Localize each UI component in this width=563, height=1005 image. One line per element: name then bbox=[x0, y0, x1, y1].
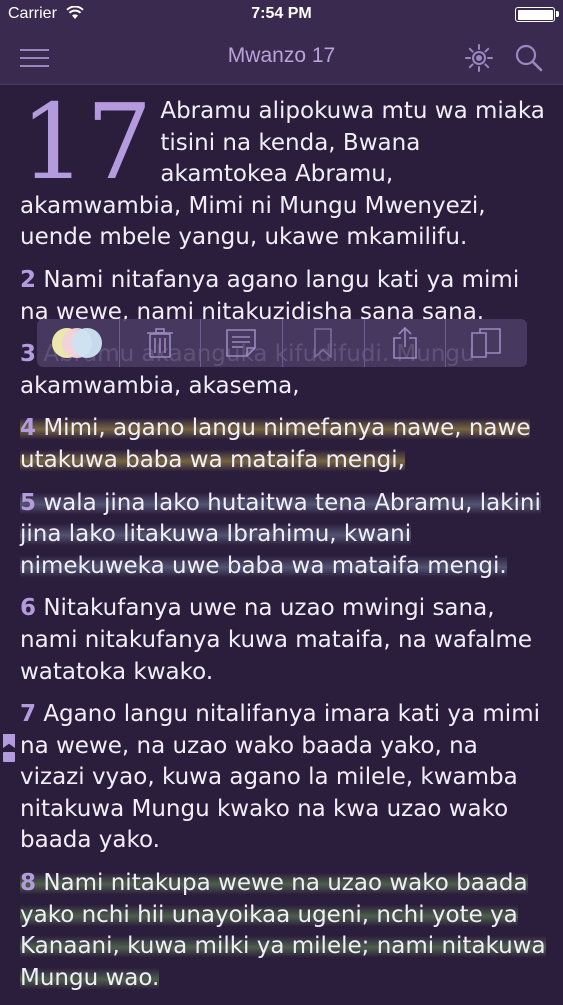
verse-7-markers[interactable] bbox=[3, 734, 17, 762]
verse-1[interactable]: 17 Abramu alipokuwa mtu wa miaka tisini n… bbox=[20, 81, 548, 254]
bookmark-button[interactable] bbox=[282, 319, 364, 367]
battery-icon bbox=[515, 7, 559, 22]
bookmark-marker-icon[interactable] bbox=[3, 734, 15, 748]
verse-text: Nami nitafanya agano langu kati ya mimi … bbox=[20, 266, 520, 325]
verse-8[interactable]: 8 Nami nitakupa wewe na uzao wako baada … bbox=[20, 868, 548, 994]
verse-4[interactable]: 4 Mimi, agano langu nimefanya nawe, nawe… bbox=[20, 413, 548, 476]
highlight-button[interactable] bbox=[37, 319, 119, 367]
status-bar: Carrier 7:54 PM bbox=[0, 0, 563, 30]
verse-text: Nami nitakupa wewe na uzao wako baada ya… bbox=[20, 870, 546, 991]
note-icon bbox=[226, 329, 256, 357]
verse-5[interactable]: 5 wala jina lako hutaitwa tena Abramu, l… bbox=[20, 488, 548, 583]
verse-text: wala jina lako hutaitwa tena Abramu, lak… bbox=[20, 489, 541, 579]
verse-number: 3 bbox=[20, 341, 37, 368]
highlight-yellow: 4 Mimi, agano langu nimefanya nawe, nawe… bbox=[20, 415, 531, 473]
verse-action-toolbar bbox=[37, 319, 527, 367]
highlight-colors-icon bbox=[51, 328, 104, 358]
status-time: 7:54 PM bbox=[251, 5, 312, 22]
copy-button[interactable] bbox=[445, 319, 527, 367]
note-button[interactable] bbox=[200, 319, 282, 367]
verse-text: Nitakufanya uwe na uzao mwingi sana, nam… bbox=[20, 595, 533, 685]
verse-number: 8 bbox=[20, 870, 37, 897]
verse-number: 5 bbox=[20, 489, 37, 516]
verse-number: 4 bbox=[20, 415, 37, 442]
chapter-text: 17 Abramu alipokuwa mtu wa miaka tisini n… bbox=[20, 84, 548, 1005]
bookmark-icon bbox=[314, 328, 332, 358]
brightness-icon[interactable] bbox=[464, 43, 494, 77]
verse-7[interactable]: 7 Agano langu nitalifanya imara kati ya … bbox=[20, 699, 548, 857]
delete-button[interactable] bbox=[118, 319, 201, 367]
verse-text: Mimi, agano langu nimefanya nawe, nawe u… bbox=[20, 415, 531, 473]
share-button[interactable] bbox=[363, 319, 446, 367]
verse-number: 6 bbox=[20, 595, 37, 622]
verse-6[interactable]: 6 Nitakufanya uwe na uzao mwingi sana, n… bbox=[20, 593, 548, 688]
verse-number: 2 bbox=[20, 266, 37, 293]
highlight-blue: 5 wala jina lako hutaitwa tena Abramu, l… bbox=[20, 489, 541, 579]
note-marker-icon[interactable] bbox=[3, 752, 15, 762]
battery-fill bbox=[517, 9, 553, 20]
chapter-number: 17 bbox=[20, 81, 153, 203]
trash-icon bbox=[146, 328, 173, 358]
search-icon[interactable] bbox=[514, 43, 544, 77]
share-icon bbox=[392, 327, 417, 359]
highlight-color-swatch bbox=[71, 328, 102, 358]
verse-number: 7 bbox=[20, 701, 37, 728]
nav-bar: Mwanzo 17 bbox=[0, 30, 563, 85]
copy-icon bbox=[471, 328, 501, 358]
verse-text: Agano langu nitalifanya imara kati ya mi… bbox=[20, 701, 540, 854]
highlight-green: 8 Nami nitakupa wewe na uzao wako baada … bbox=[20, 870, 546, 991]
